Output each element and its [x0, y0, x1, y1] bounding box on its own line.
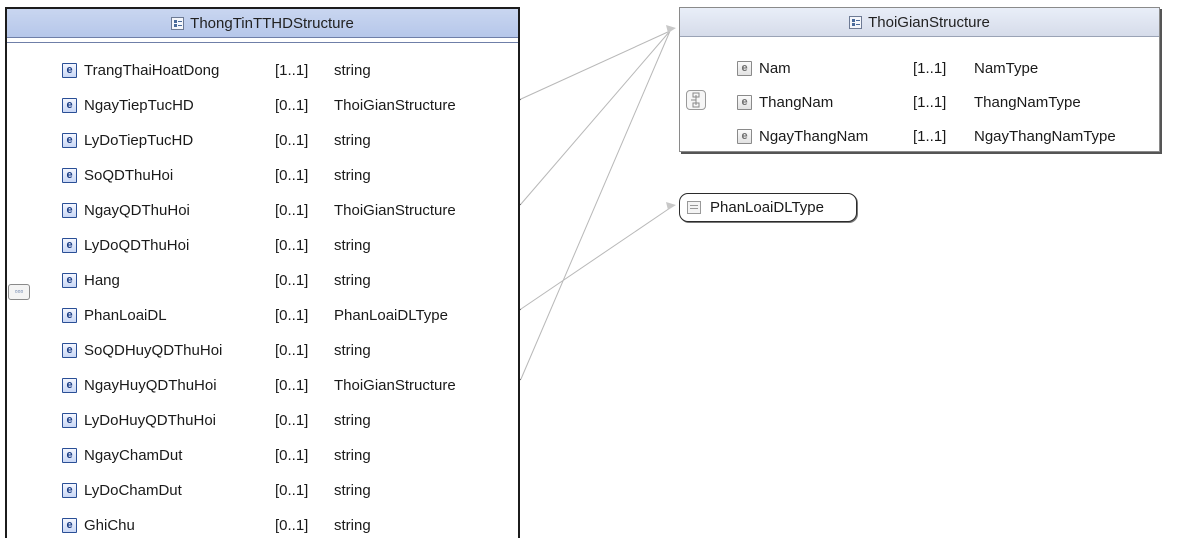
element-type: ThangNamType	[974, 93, 1081, 111]
element-icon: e	[62, 62, 77, 78]
element-name: NgayChamDut	[84, 446, 183, 464]
element-icon: e	[62, 202, 77, 218]
element-cardinality: [1..1]	[913, 59, 947, 77]
complex-type-icon	[849, 15, 863, 29]
element-name: GhiChu	[84, 516, 135, 534]
element-type: string	[334, 481, 371, 499]
element-name: SoQDHuyQDThuHoi	[84, 341, 223, 359]
element-icon: e	[62, 447, 77, 463]
element-icon: e	[62, 342, 77, 358]
element-cardinality: [0..1]	[275, 341, 309, 359]
complex-type-icon	[171, 16, 185, 30]
main-row[interactable]: e NgayTiepTucHD	[62, 93, 194, 117]
element-type: string	[334, 516, 371, 534]
element-icon: e	[62, 482, 77, 498]
element-cardinality: [0..1]	[275, 166, 309, 184]
main-row[interactable]: e PhanLoaiDL	[62, 303, 167, 327]
header-underline	[7, 38, 518, 43]
element-name: LyDoQDThuHoi	[84, 236, 190, 254]
element-name: NgayHuyQDThuHoi	[84, 376, 217, 394]
element-name: LyDoHuyQDThuHoi	[84, 411, 216, 429]
thongtintthd-title: ThongTinTTHDStructure	[190, 14, 354, 32]
element-name: Nam	[759, 59, 791, 77]
element-type: NgayThangNamType	[974, 127, 1116, 145]
element-name: PhanLoaiDL	[84, 306, 167, 324]
element-name: NgayQDThuHoi	[84, 201, 190, 219]
element-type: string	[334, 446, 371, 464]
element-icon: e	[62, 307, 77, 323]
element-cardinality: [0..1]	[275, 481, 309, 499]
main-row[interactable]: e NgayQDThuHoi	[62, 198, 190, 222]
element-cardinality: [0..1]	[275, 446, 309, 464]
element-cardinality: [0..1]	[275, 411, 309, 429]
element-cardinality: [0..1]	[275, 306, 309, 324]
choice-icon[interactable]	[686, 90, 706, 110]
element-cardinality: [1..1]	[275, 61, 309, 79]
main-row[interactable]: e SoQDThuHoi	[62, 163, 173, 187]
main-row[interactable]: e NgayHuyQDThuHoi	[62, 373, 217, 397]
element-name: LyDoChamDut	[84, 481, 182, 499]
element-cardinality: [1..1]	[913, 93, 947, 111]
element-cardinality: [0..1]	[275, 271, 309, 289]
simple-type-icon	[687, 201, 701, 214]
main-row[interactable]: e SoQDHuyQDThuHoi	[62, 338, 222, 362]
element-type: string	[334, 61, 371, 79]
element-icon: e	[62, 97, 77, 113]
element-icon: e	[62, 132, 77, 148]
element-type: ThoiGianStructure	[334, 201, 456, 219]
sequence-icon[interactable]: ▫▫▫	[8, 284, 30, 300]
element-icon: e	[737, 94, 752, 110]
main-row[interactable]: e GhiChu	[62, 513, 135, 537]
main-row[interactable]: e LyDoHuyQDThuHoi	[62, 408, 216, 432]
element-type: string	[334, 411, 371, 429]
thongtintthd-header[interactable]: ThongTinTTHDStructure	[7, 9, 518, 38]
main-row[interactable]: e TrangThaiHoatDong	[62, 58, 219, 82]
element-cardinality: [0..1]	[275, 236, 309, 254]
thoigian-row[interactable]: e Nam	[737, 56, 791, 80]
element-type: PhanLoaiDLType	[334, 306, 448, 324]
element-type: string	[334, 341, 371, 359]
element-name: SoQDThuHoi	[84, 166, 174, 184]
choice-glyph-icon	[691, 92, 700, 108]
element-name: NgayThangNam	[759, 127, 869, 145]
thoigian-row[interactable]: e ThangNam	[737, 90, 833, 114]
element-icon: e	[737, 128, 752, 144]
element-cardinality: [0..1]	[275, 376, 309, 394]
element-icon: e	[62, 167, 77, 183]
element-cardinality: [0..1]	[275, 96, 309, 114]
main-row[interactable]: e LyDoChamDut	[62, 478, 182, 502]
element-icon: e	[62, 272, 77, 288]
element-cardinality: [0..1]	[275, 516, 309, 534]
element-name: NgayTiepTucHD	[84, 96, 194, 114]
element-cardinality: [0..1]	[275, 131, 309, 149]
element-type: string	[334, 236, 371, 254]
thoigian-row[interactable]: e NgayThangNam	[737, 124, 868, 148]
element-cardinality: [1..1]	[913, 127, 947, 145]
phanloaidl-type-box[interactable]: PhanLoaiDLType	[679, 193, 857, 222]
element-icon: e	[62, 412, 77, 428]
main-row[interactable]: e LyDoTiepTucHD	[62, 128, 193, 152]
element-name: TrangThaiHoatDong	[84, 61, 220, 79]
element-type: string	[334, 131, 371, 149]
element-name: Hang	[84, 271, 120, 289]
thoigian-header[interactable]: ThoiGianStructure	[680, 8, 1159, 37]
element-name: ThangNam	[759, 93, 834, 111]
element-type: string	[334, 166, 371, 184]
main-row[interactable]: e NgayChamDut	[62, 443, 182, 467]
element-icon: e	[62, 377, 77, 393]
element-icon: e	[737, 60, 752, 76]
phanloaidl-type-title: PhanLoaiDLType	[710, 199, 824, 216]
element-type: ThoiGianStructure	[334, 96, 456, 114]
element-icon: e	[62, 517, 77, 533]
element-icon: e	[62, 237, 77, 253]
thoigian-title: ThoiGianStructure	[868, 13, 990, 31]
element-name: LyDoTiepTucHD	[84, 131, 194, 149]
element-cardinality: [0..1]	[275, 201, 309, 219]
element-type: string	[334, 271, 371, 289]
element-type: NamType	[974, 59, 1039, 77]
sequence-glyph: ▫▫▫	[14, 287, 24, 296]
main-row[interactable]: e LyDoQDThuHoi	[62, 233, 189, 257]
main-row[interactable]: e Hang	[62, 268, 120, 292]
element-type: ThoiGianStructure	[334, 376, 456, 394]
